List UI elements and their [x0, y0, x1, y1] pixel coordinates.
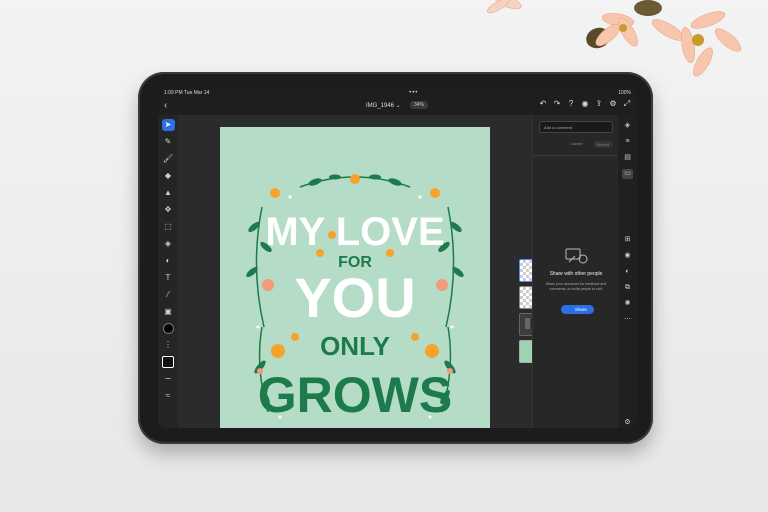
comments-icon[interactable]: ▭ [622, 169, 633, 179]
adjust-tool-icon[interactable]: ◐ [162, 255, 175, 267]
eraser-tool-icon[interactable]: ◆ [162, 170, 175, 182]
selection-brush-icon[interactable]: ✎ [162, 136, 175, 148]
select-tool-icon[interactable]: ➤ [161, 119, 175, 131]
fill-tool-icon[interactable]: ◈ [162, 238, 175, 250]
effects-icon[interactable]: ✺ [622, 299, 633, 309]
adjustments-icon[interactable]: ▤ [622, 153, 633, 163]
share-illustration-icon [565, 248, 588, 264]
tool-bar: ➤ ✎ 🖌 ◆ ▲ ✥ ⬚ ◈ ◐ T ⁄ ▣ ⋮ ∼ ≈ [158, 115, 178, 428]
share-title: Share with other people [549, 271, 603, 277]
status-bar: 1:09 PM Tue Mar 14 ••• 100% [158, 88, 637, 97]
share-button-label: Share [574, 307, 587, 312]
status-time: 1:09 PM [164, 89, 183, 96]
brush-size-icon[interactable]: ⋮ [162, 339, 175, 351]
artwork-line-3: YOU [294, 266, 415, 329]
cancel-button[interactable]: Cancel [570, 141, 582, 148]
export-icon[interactable]: ⇪ [595, 100, 603, 108]
undo-icon[interactable]: ↶ [539, 100, 547, 108]
divider [533, 155, 619, 156]
arrange-icon[interactable]: ⧉ [622, 283, 633, 293]
more-tools-icon[interactable]: ≈ [162, 390, 175, 402]
comment-actions: Cancel Submit [539, 141, 613, 148]
artwork-line-5: GROWS [258, 367, 452, 423]
settings-icon[interactable]: ⚙ [622, 418, 633, 428]
invite-icon[interactable]: ◉ [581, 100, 589, 108]
share-people-icon: 👤 [568, 307, 574, 312]
clone-stamp-icon[interactable]: ▲ [162, 187, 175, 199]
zoom-level[interactable]: 34% [410, 101, 429, 109]
add-layer-icon[interactable]: ⊞ [622, 235, 633, 245]
app-screen: 1:09 PM Tue Mar 14 ••• 100% ‹ IMG_1946 ⌄… [158, 88, 637, 428]
comment-input[interactable]: Add a comment [539, 121, 613, 133]
top-actions: ↶ ↷ ? ◉ ⇪ ⚙ ⤢ [539, 100, 631, 108]
help-icon[interactable]: ? [567, 100, 575, 108]
transform-tool-icon[interactable]: ⬚ [162, 221, 175, 233]
submit-button[interactable]: Submit [592, 141, 613, 148]
comments-panel: Add a comment Cancel Submit Share with o… [532, 115, 619, 428]
share-description: Share your document for feedback and com… [545, 282, 607, 291]
back-chevron-icon[interactable]: ‹ [164, 100, 167, 111]
brush-tool-icon[interactable]: 🖌 [162, 153, 175, 165]
fullscreen-icon[interactable]: ⤢ [623, 100, 631, 108]
artboard[interactable]: MY LOVE FOR YOU ONLY GROWS [220, 127, 490, 428]
status-battery: 100% [618, 89, 631, 96]
layers-icon[interactable]: ◈ [622, 121, 633, 131]
type-tool-icon[interactable]: T [162, 272, 175, 284]
document-name[interactable]: IMG_1946 ⌄ [366, 102, 401, 109]
settings-gear-icon[interactable]: ⚙ [609, 100, 617, 108]
top-bar: ‹ IMG_1946 ⌄ 34% ↶ ↷ ? ◉ ⇪ ⚙ ⤢ [158, 97, 637, 115]
more-options-icon[interactable]: ⋯ [622, 315, 633, 325]
artwork-line-4: ONLY [320, 331, 390, 361]
properties-icon[interactable]: ≡ [622, 137, 633, 147]
canvas-area[interactable]: MY LOVE FOR YOU ONLY GROWS [178, 115, 542, 428]
multitask-dots-icon[interactable]: ••• [409, 90, 418, 96]
share-button[interactable]: 👤 Share [561, 305, 594, 314]
artwork-line-1: MY LOVE [265, 210, 444, 254]
color-swatch[interactable] [162, 323, 174, 334]
status-date: Tue Mar 14 [183, 89, 210, 96]
visibility-icon[interactable]: ◉ [622, 251, 633, 261]
artwork: MY LOVE FOR YOU ONLY GROWS [246, 174, 464, 423]
foreground-swatch[interactable] [162, 356, 174, 368]
right-rail: ◈ ≡ ▤ ▭ ⊞ ◉ ◐ ⧉ ✺ ⋯ ⚙ [618, 115, 637, 428]
eyedropper-icon[interactable]: ⁄ [162, 289, 175, 301]
move-tool-icon[interactable]: ✥ [162, 204, 175, 216]
image-tool-icon[interactable]: ▣ [162, 306, 175, 318]
smudge-icon[interactable]: ∼ [162, 373, 175, 385]
mask-icon[interactable]: ◐ [622, 267, 633, 277]
redo-icon[interactable]: ↷ [553, 100, 561, 108]
